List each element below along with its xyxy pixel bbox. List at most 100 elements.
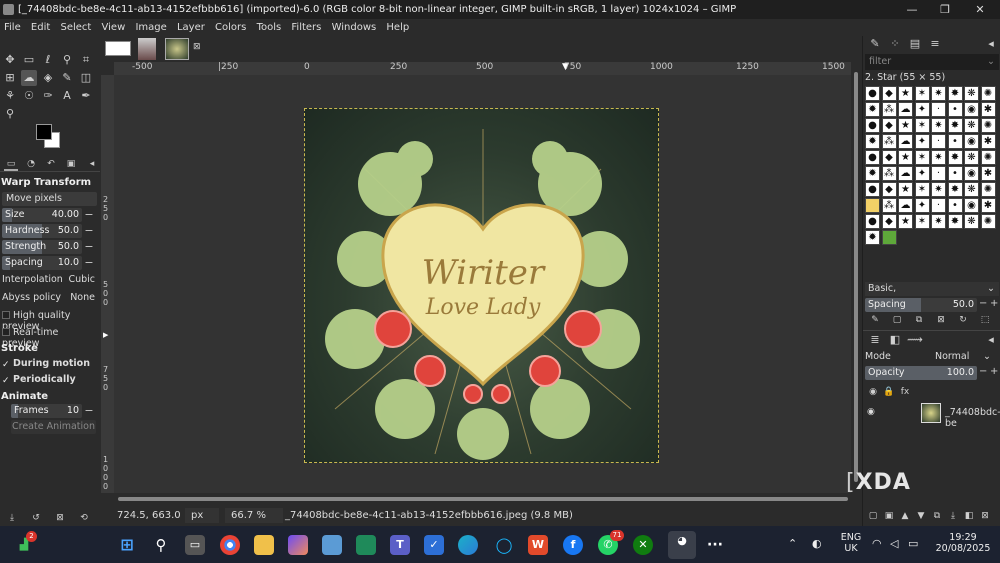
mask-layer-icon[interactable]: ◧ bbox=[961, 508, 977, 524]
brush-preset-item[interactable]: ◆ bbox=[881, 86, 897, 101]
facebook-icon[interactable]: f bbox=[563, 535, 583, 555]
warp-mode-select[interactable]: Move pixels bbox=[2, 192, 97, 206]
chevron-down-icon[interactable]: ⌄ bbox=[987, 283, 995, 294]
todo-icon[interactable]: ✓ bbox=[424, 535, 444, 555]
sheets-app-icon[interactable] bbox=[356, 535, 376, 555]
chevron-down-icon[interactable]: ⌄ bbox=[983, 351, 991, 362]
chevron-up-icon[interactable]: ⌃ bbox=[788, 537, 797, 550]
frames-decrease-icon[interactable]: − bbox=[84, 404, 94, 418]
gimp-taskbar-icon[interactable]: ◕ bbox=[668, 531, 696, 559]
smudge-icon[interactable]: ☉ bbox=[21, 88, 37, 104]
spacing-slider[interactable]: Spacing 10.0 bbox=[2, 256, 82, 270]
layer-mode-row[interactable]: Mode Normal ⌄ bbox=[865, 351, 999, 362]
dock-menu-icon[interactable]: ◂ bbox=[983, 36, 999, 52]
brush-preset-item[interactable]: ✹ bbox=[865, 230, 880, 245]
device-status-tab-icon[interactable]: ◔ bbox=[24, 158, 38, 171]
wifi-icon[interactable]: ◠ bbox=[872, 537, 882, 550]
brush-preset-item[interactable]: ★ bbox=[898, 214, 913, 229]
brush-preset-item[interactable]: ● bbox=[865, 150, 880, 165]
rt-preview-checkbox[interactable]: Real-time preview bbox=[2, 327, 97, 349]
close-tab-icon[interactable]: ⊠ bbox=[193, 42, 201, 52]
image-layer[interactable]: Wiriter Love Lady bbox=[304, 108, 659, 463]
images-tab-icon[interactable]: ▣ bbox=[64, 158, 78, 171]
spacing-increase-icon[interactable]: + bbox=[990, 298, 998, 309]
brush-preset-item[interactable]: ◉ bbox=[964, 102, 979, 117]
rect-select-icon[interactable]: ▭ bbox=[21, 52, 37, 68]
minimize-icon[interactable]: — bbox=[895, 0, 929, 19]
brush-preset-item[interactable]: ✱ bbox=[980, 166, 996, 181]
path-icon[interactable]: ✑ bbox=[40, 88, 56, 104]
search-icon[interactable]: ⚲ bbox=[151, 535, 171, 555]
brush-preset-item[interactable]: · bbox=[931, 102, 946, 117]
brush-preset-item[interactable]: ◆ bbox=[881, 118, 897, 133]
delete-options-icon[interactable]: ⊠ bbox=[52, 510, 68, 526]
fx-icon[interactable]: fx bbox=[897, 384, 913, 400]
hardness-decrease-icon[interactable]: − bbox=[84, 224, 94, 238]
opacity-increase-icon[interactable]: + bbox=[990, 366, 998, 377]
merge-layer-icon[interactable]: ⤓ bbox=[945, 508, 961, 524]
maximize-icon[interactable]: ❐ bbox=[928, 0, 962, 19]
brush-preset-item[interactable]: ★ bbox=[898, 150, 913, 165]
brush-preset-item[interactable]: ★ bbox=[898, 182, 913, 197]
menu-file[interactable]: File bbox=[0, 19, 24, 36]
brush-preset-item[interactable]: ⁂ bbox=[881, 198, 897, 213]
battery-icon[interactable]: ▭ bbox=[908, 537, 918, 550]
new-brush-icon[interactable]: ▢ bbox=[889, 312, 905, 328]
refresh-brushes-icon[interactable]: ↻ bbox=[955, 312, 971, 328]
unified-transform-icon[interactable]: ⊞ bbox=[2, 70, 18, 86]
duplicate-brush-icon[interactable]: ⧉ bbox=[911, 312, 927, 328]
brush-preset-item[interactable]: ✹ bbox=[865, 166, 880, 181]
spacing-decrease-icon[interactable]: − bbox=[84, 256, 94, 270]
file-explorer-icon[interactable] bbox=[254, 535, 274, 555]
windows-start-icon[interactable]: ⊞ bbox=[117, 535, 137, 555]
paintbrush-icon[interactable]: ✎ bbox=[59, 70, 75, 86]
brush-preset-item[interactable] bbox=[881, 230, 897, 245]
move-tool-icon[interactable]: ✥ bbox=[2, 52, 18, 68]
brush-preset-item[interactable]: ✱ bbox=[980, 198, 996, 213]
brush-preset-item[interactable]: ◉ bbox=[964, 198, 979, 213]
dock-menu-icon[interactable]: ◂ bbox=[983, 332, 999, 348]
eraser-icon[interactable]: ◫ bbox=[78, 70, 94, 86]
brush-preset-item[interactable]: ✦ bbox=[914, 102, 930, 117]
brush-preset-item[interactable]: ✸ bbox=[947, 214, 963, 229]
brush-preset-item[interactable]: · bbox=[931, 166, 946, 181]
brush-preset-item[interactable]: ✺ bbox=[980, 86, 996, 101]
brush-preset-item[interactable]: ⁂ bbox=[881, 134, 897, 149]
brush-preset-item[interactable]: ☁ bbox=[898, 102, 913, 117]
crop-icon[interactable]: ⌗ bbox=[78, 52, 94, 68]
restore-options-icon[interactable]: ↺ bbox=[28, 510, 44, 526]
during-motion-checkbox[interactable]: ✓ During motion bbox=[2, 358, 97, 372]
brush-grid[interactable]: ● ◆ ★ ✶ ✷ ✸ ❋ ✺ ✹ ⁂ ☁ ✦ · • ◉ ✱ ● ◆ ★ ✶ ✷ ✸ ❋ ✺ ✹ ⁂ ☁ ✦ · • ◉ ✱ ● ◆ ★ ✶ ✷ ✸ ❋ ✺… bbox=[865, 86, 998, 246]
brush-preset-item[interactable]: ✷ bbox=[931, 118, 946, 133]
brush-spacing-slider[interactable]: Spacing 50.0 bbox=[865, 298, 977, 312]
checkmark-icon[interactable]: ✓ bbox=[2, 361, 10, 370]
duplicate-layer-icon[interactable]: ⧉ bbox=[929, 508, 945, 524]
copilot-icon[interactable] bbox=[288, 535, 308, 555]
rt-preview-check-icon[interactable] bbox=[2, 328, 10, 336]
brush-preset-item[interactable]: ✸ bbox=[947, 150, 963, 165]
vpn-icon[interactable]: ◐ bbox=[812, 537, 822, 550]
vertical-scrollbar[interactable] bbox=[851, 62, 861, 493]
menu-colors[interactable]: Colors bbox=[211, 19, 249, 36]
brush-preset-item[interactable]: ✷ bbox=[931, 182, 946, 197]
brush-preset-item[interactable]: ✱ bbox=[980, 102, 996, 117]
brush-preset-item[interactable]: ☁ bbox=[898, 134, 913, 149]
brush-preset-item[interactable]: ✺ bbox=[980, 118, 996, 133]
create-animation-button[interactable]: Create Animation bbox=[11, 420, 96, 434]
layer-visibility-icon[interactable]: ◉ bbox=[867, 407, 875, 417]
layer-row[interactable]: ◉ _74408bdc-be bbox=[865, 402, 1000, 429]
brush-preset-item[interactable]: ◆ bbox=[881, 214, 897, 229]
lower-layer-icon[interactable]: ▼ bbox=[913, 508, 929, 524]
size-slider[interactable]: Size 40.00 bbox=[2, 208, 82, 222]
teams-icon[interactable]: T bbox=[390, 535, 410, 555]
raise-layer-icon[interactable]: ▲ bbox=[897, 508, 913, 524]
layer-thumbnail[interactable] bbox=[921, 403, 941, 423]
new-group-icon[interactable]: ▣ bbox=[881, 508, 897, 524]
edit-brush-icon[interactable]: ✎ bbox=[867, 312, 883, 328]
brush-preset-item[interactable]: ❋ bbox=[964, 150, 979, 165]
ruler-horizontal[interactable]: -500 |250 0 250 500 ▼ 750 1000 1250 1500 bbox=[114, 62, 851, 75]
brush-preset-item[interactable]: ★ bbox=[898, 118, 913, 133]
size-decrease-icon[interactable]: − bbox=[84, 208, 94, 222]
menu-filters[interactable]: Filters bbox=[287, 19, 324, 36]
brush-preset-item[interactable]: ✦ bbox=[914, 134, 930, 149]
